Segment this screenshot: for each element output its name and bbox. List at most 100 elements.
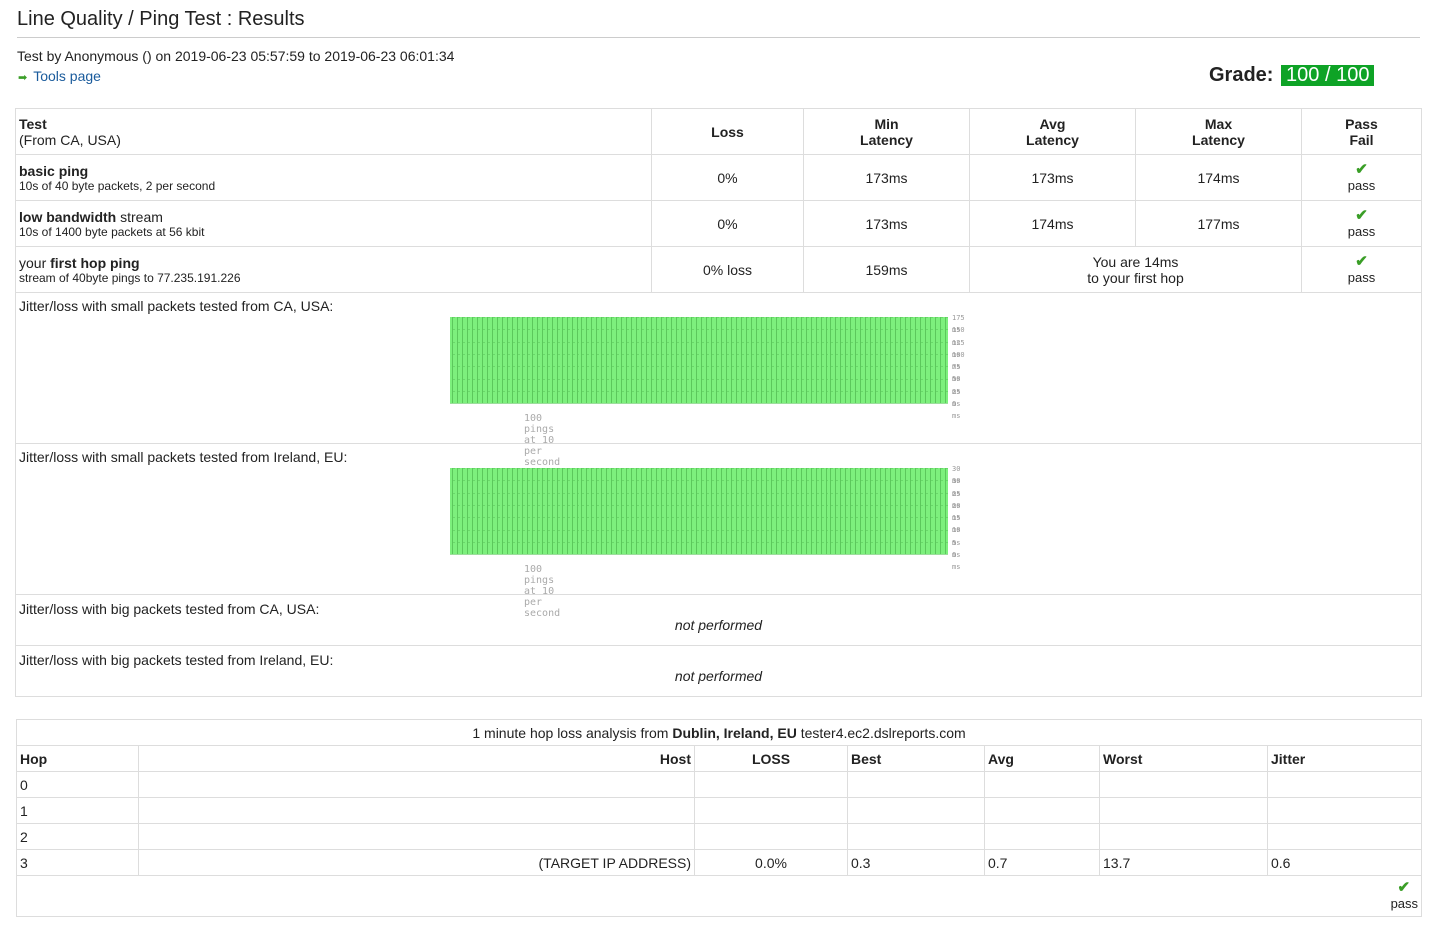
ping-bar [758,468,762,554]
ping-bar [659,468,663,554]
ping-bar [454,317,458,403]
test-description: 10s of 40 byte packets, 2 per second [19,178,216,193]
ping-bar [499,317,503,403]
ping-bar [599,317,603,403]
ping-bar [544,468,548,554]
ping-bar [913,468,917,554]
ping-bar [484,317,488,403]
ping-bar [833,317,837,403]
header-max-latency: Max Latency [1135,108,1302,155]
y-tick-label: 75 ms [952,363,961,384]
ping-bar [504,317,508,403]
hop-pass-status: ✔ pass [15,875,1423,917]
arrow-right-icon: ➡ [18,72,28,84]
ping-bar [579,468,583,554]
ping-bar [629,317,633,403]
ping-bar [639,468,643,554]
ping-bar [609,317,613,403]
header-min-latency: Min Latency [803,108,970,155]
jitter-label: Jitter/loss with big packets tested from… [19,652,334,668]
ping-bar [903,317,907,403]
ping-bar [798,317,802,403]
table-row: 3 (TARGET IP ADDRESS) 0.0% 0.3 0.7 13.7 0.6 [16,849,1423,876]
ping-bar [544,317,548,403]
test-name-cell: your first hop ping stream of 40byte pin… [15,246,652,293]
ping-bar [634,468,638,554]
pass-status: ✔ pass [1301,200,1422,247]
ping-bar [853,468,857,554]
y-tick-label: 10 ms [952,526,961,547]
ping-bar [554,468,558,554]
test-name: basic ping [19,162,89,179]
ping-bar [733,317,737,403]
tools-page-link[interactable]: Tools page [33,68,101,84]
ping-bar [788,468,792,554]
ping-bar [679,317,683,403]
ping-bar [923,317,927,403]
ping-bar [659,317,663,403]
ping-bar [694,468,698,554]
not-performed-status: not performed [674,617,763,633]
ping-bar [669,317,673,403]
ping-bar [634,317,638,403]
pass-status: ✔ pass [1301,154,1422,201]
results-table: Test (From CA, USA) Loss Min Latency Avg L… [15,108,1422,697]
ping-bar [858,317,862,403]
ping-bar [574,317,578,403]
ping-bar [768,317,772,403]
ping-bar [474,317,478,403]
ping-bar [604,317,608,403]
ping-bar [654,468,658,554]
ping-bar [923,468,927,554]
ping-bar [778,468,782,554]
ping-bar [798,468,802,554]
ping-bar [723,468,727,554]
ping-bar [689,468,693,554]
ping-bar [908,317,912,403]
ping-bar [893,317,897,403]
ping-bar [589,317,593,403]
ping-bar [619,468,623,554]
ping-bar [778,317,782,403]
header-jitter: Jitter [1266,745,1423,772]
graph-bars [450,317,948,405]
ping-bar [594,317,598,403]
ping-bar [664,317,668,403]
hop-loss-table: 1 minute hop loss analysis from Dublin, … [15,719,1423,917]
loss-value: 0% loss [651,246,804,293]
ping-bar [728,317,732,403]
graph-bars [450,468,948,556]
ping-bar [758,317,762,403]
ping-bar [529,317,533,403]
grade: Grade: 100 / 100 [1209,64,1375,87]
y-tick-label: 150 ms [952,326,965,347]
check-icon: ✔ [1355,252,1368,270]
y-tick-label: 30 ms [952,465,961,486]
ping-bar [450,317,453,403]
max-latency-value: 177ms [1135,200,1302,247]
ping-bar [808,317,812,403]
ping-bar [743,317,747,403]
ping-bar [509,468,513,554]
ping-bar [614,317,618,403]
ping-bar [753,468,757,554]
header-hop: Hop [16,745,139,772]
ping-bar [584,468,588,554]
ping-bar [878,468,882,554]
ping-bar [763,468,767,554]
grade-label: Grade: [1209,64,1274,86]
ping-bar [644,468,648,554]
ping-bar [703,317,707,403]
test-name-cell: basic ping 10s of 40 byte packets, 2 per… [15,154,652,201]
ping-bar [639,317,643,403]
ping-bar [499,468,503,554]
header-test-label: Test [19,115,47,132]
ping-bar [539,317,543,403]
test-description: 10s of 1400 byte packets at 56 kbit [19,224,205,239]
avg-latency-value: 173ms [969,154,1136,201]
ping-bar [539,468,543,554]
test-name: first hop ping [50,254,140,271]
ping-bar [918,317,922,403]
ping-bar [474,468,478,554]
ping-bar [559,468,563,554]
